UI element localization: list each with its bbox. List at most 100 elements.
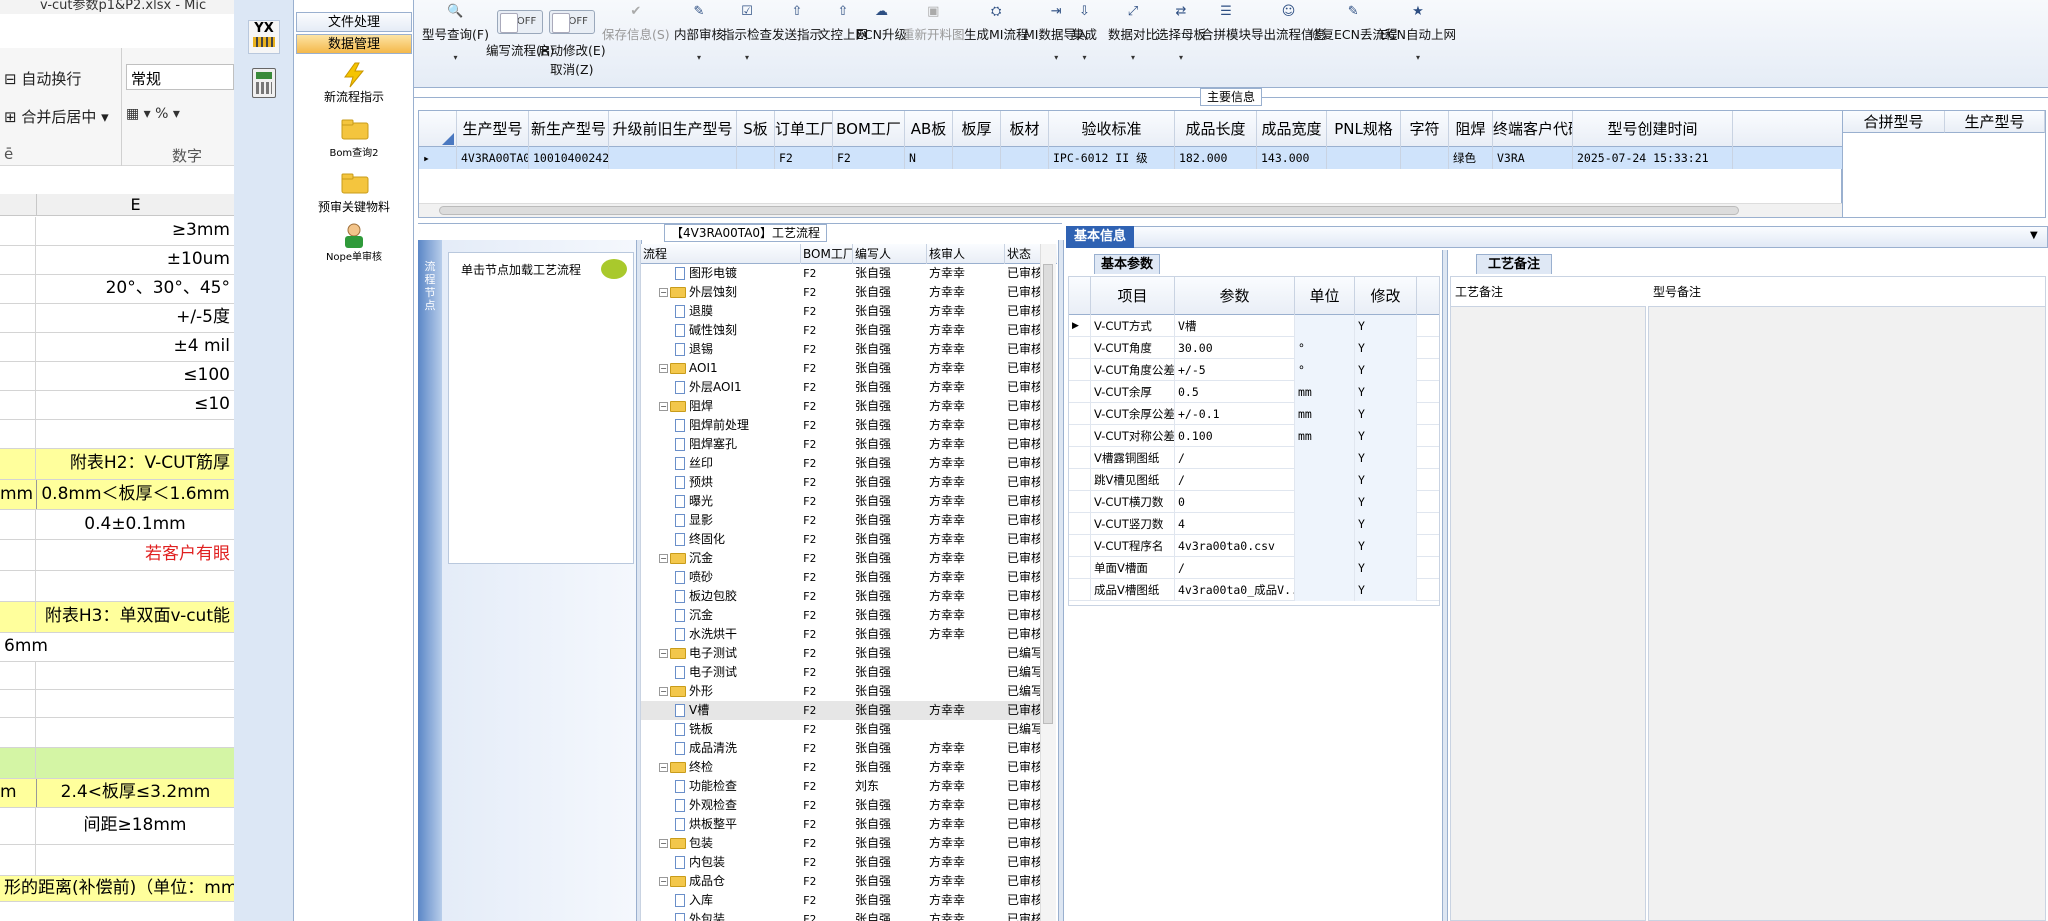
basic-param-row[interactable]: V-CUT横刀数 0 Y [1069,491,1439,513]
basic-param-cell[interactable]: Y [1355,513,1417,535]
sheet-cell-d[interactable] [0,362,36,390]
basic-param-cell[interactable]: Y [1355,425,1417,447]
row-selector[interactable] [1069,381,1091,403]
dropdown-arrow-icon[interactable]: ▾ [1072,53,1097,62]
basic-param-cell[interactable]: 0.100 [1175,425,1295,447]
basic-param-cell[interactable] [1295,513,1355,535]
tree-node[interactable]: 外观检查 [675,796,737,815]
basic-param-row[interactable]: V-CUT对称公差 0.100 mm Y [1069,425,1439,447]
sheet-row[interactable]: ≥3mm [0,217,234,246]
main-cell[interactable]: F2 [833,147,905,169]
sheet-cell-d[interactable] [0,304,36,332]
main-cell[interactable] [609,147,737,169]
toolbar-button-8[interactable]: ☁ ECN升级 [856,4,907,43]
basic-param-cell[interactable]: Y [1355,579,1417,601]
dropdown-arrow-icon[interactable]: ▾ [674,53,724,62]
merge-center-button[interactable]: ⊞ 合并后居中 ▾ [4,106,109,127]
process-tree-vscrollbar[interactable] [1040,244,1056,921]
basic-param-cell[interactable] [1295,557,1355,579]
toolbar-button-0[interactable]: 🔍 型号查询(F) ▾ [422,4,489,62]
basic-col-header[interactable]: 单位 [1295,277,1355,315]
tree-node[interactable]: 水洗烘干 [675,625,737,644]
tree-node[interactable]: 电子测试 [675,663,737,682]
basic-param-cell[interactable]: Y [1355,315,1417,337]
sheet-cell-d[interactable] [0,510,36,539]
toolbar-button-12[interactable]: ⇩ 集成 ▾ [1072,4,1097,62]
tree-node[interactable]: 曝光 [675,492,713,511]
tree-row[interactable]: 外包装 F2 张自强 方幸幸 已审核 [641,910,1041,921]
tree-node[interactable]: − AOI1 [659,359,718,378]
calculator-icon[interactable] [252,68,276,98]
number-format-select[interactable]: 常规 [126,64,234,90]
main-col-header[interactable]: BOM工厂 [833,111,905,147]
process-node-card[interactable]: 单击节点加载工艺流程 [448,252,634,564]
dropdown-arrow-icon[interactable]: ▾ [1108,53,1158,62]
main-col-header[interactable]: 订单工厂 [775,111,833,147]
off-toggle[interactable]: OFF [497,10,544,34]
tree-row[interactable]: 阻焊塞孔 F2 张自强 方幸幸 已审核 [641,435,1041,454]
row-selector[interactable] [1069,513,1091,535]
sheet-cell-e[interactable] [36,690,234,717]
basic-param-cell[interactable]: 30.00 [1175,337,1295,359]
tree-row[interactable]: 阻焊前处理 F2 张自强 方幸幸 已审核 [641,416,1041,435]
basic-param-row[interactable]: ▶ V-CUT方式 V槽 Y [1069,315,1439,337]
basic-param-cell[interactable]: ° [1295,359,1355,381]
sheet-cell-d[interactable] [0,333,36,361]
sheet-cell-e[interactable] [36,718,234,747]
sheet-cell-e[interactable]: 20°、30°、45° [36,275,234,303]
sheet-row[interactable]: 附表H3：单双面v-cut能 [0,602,234,633]
percent-button[interactable]: ▦ ▾ % ▾ [126,106,180,122]
main-col-header[interactable]: 成品长度 [1175,111,1257,147]
sheet-cell-d[interactable] [0,540,36,570]
splitter-middle[interactable] [1058,240,1064,921]
collapse-icon[interactable]: − [659,364,668,373]
basic-param-row[interactable]: V-CUT角度 30.00 ° Y [1069,337,1439,359]
main-col-header[interactable]: 终端客户代码 [1493,111,1573,147]
tree-row[interactable]: 烘板整平 F2 张自强 方幸幸 已审核 [641,815,1041,834]
sheet-cell-e[interactable] [36,845,234,875]
tree-node[interactable]: 阻焊前处理 [675,416,749,435]
tree-row[interactable]: 喷砂 F2 张自强 方幸幸 已审核 [641,568,1041,587]
tree-node[interactable]: − 沉金 [659,549,713,568]
basic-param-cell[interactable] [1295,469,1355,491]
sheet-cell-e[interactable]: ≤100 [36,362,234,390]
off-toggle[interactable]: OFF [548,10,595,34]
tree-row[interactable]: 沉金 F2 张自强 方幸幸 已审核 [641,606,1041,625]
main-cell[interactable]: IPC-6012 II 级 [1049,147,1175,169]
toolbar-button-10[interactable]: ⛭ 生成MI流程 [964,4,1028,43]
basic-param-cell[interactable]: 4 [1175,513,1295,535]
sheet-row[interactable] [0,690,234,718]
sheet-row[interactable]: 20°、30°、45° [0,275,234,304]
row-selector[interactable] [1069,337,1091,359]
toolbar-button-15[interactable]: ☰ 合拼模块 [1201,4,1251,43]
sheet-cell-d[interactable] [0,602,36,632]
sheet-row[interactable] [0,845,234,876]
sheet-row[interactable]: ±10um [0,246,234,275]
sheet-cell-d[interactable] [0,449,36,479]
basic-param-cell[interactable]: Y [1355,491,1417,513]
row-selector[interactable] [1069,535,1091,557]
collapse-icon[interactable]: − [659,402,668,411]
nav-tab-file[interactable]: 文件处理 [296,12,412,32]
toolbar-button-4[interactable]: ✎ 内部审核 ▾ [674,4,724,62]
tab-basic-info[interactable]: 基本信息 [1066,226,1134,248]
collapse-icon[interactable]: − [659,839,668,848]
main-col-header[interactable]: 板材 [1001,111,1049,147]
main-col-header[interactable]: 验收标准 [1049,111,1175,147]
basic-param-row[interactable]: V-CUT角度公差 +/-5 ° Y [1069,359,1439,381]
process-node-strip[interactable]: 流程节点 [418,240,442,921]
tree-node[interactable]: 入库 [675,891,713,910]
row-selector[interactable] [1069,359,1091,381]
tree-node[interactable]: 预烘 [675,473,713,492]
basic-param-cell[interactable] [1295,447,1355,469]
sheet-row[interactable]: 若客户有眼 [0,540,234,571]
toolbar-button-18[interactable]: ★ ECN自动上网 ▾ [1380,4,1456,62]
sheet-row[interactable] [0,662,234,690]
toolbar-button-14[interactable]: ⇄ 选择母板 ▾ [1156,4,1206,62]
tree-col-header[interactable]: BOM工厂 [801,244,853,264]
tree-row[interactable]: − 终检 F2 张自强 方幸幸 已审核 [641,758,1041,777]
sheet-cell-e[interactable] [36,571,234,601]
sheet-cell-d[interactable] [0,845,36,875]
tree-node[interactable]: − 成品仓 [659,872,725,891]
basic-param-cell[interactable]: Y [1355,557,1417,579]
